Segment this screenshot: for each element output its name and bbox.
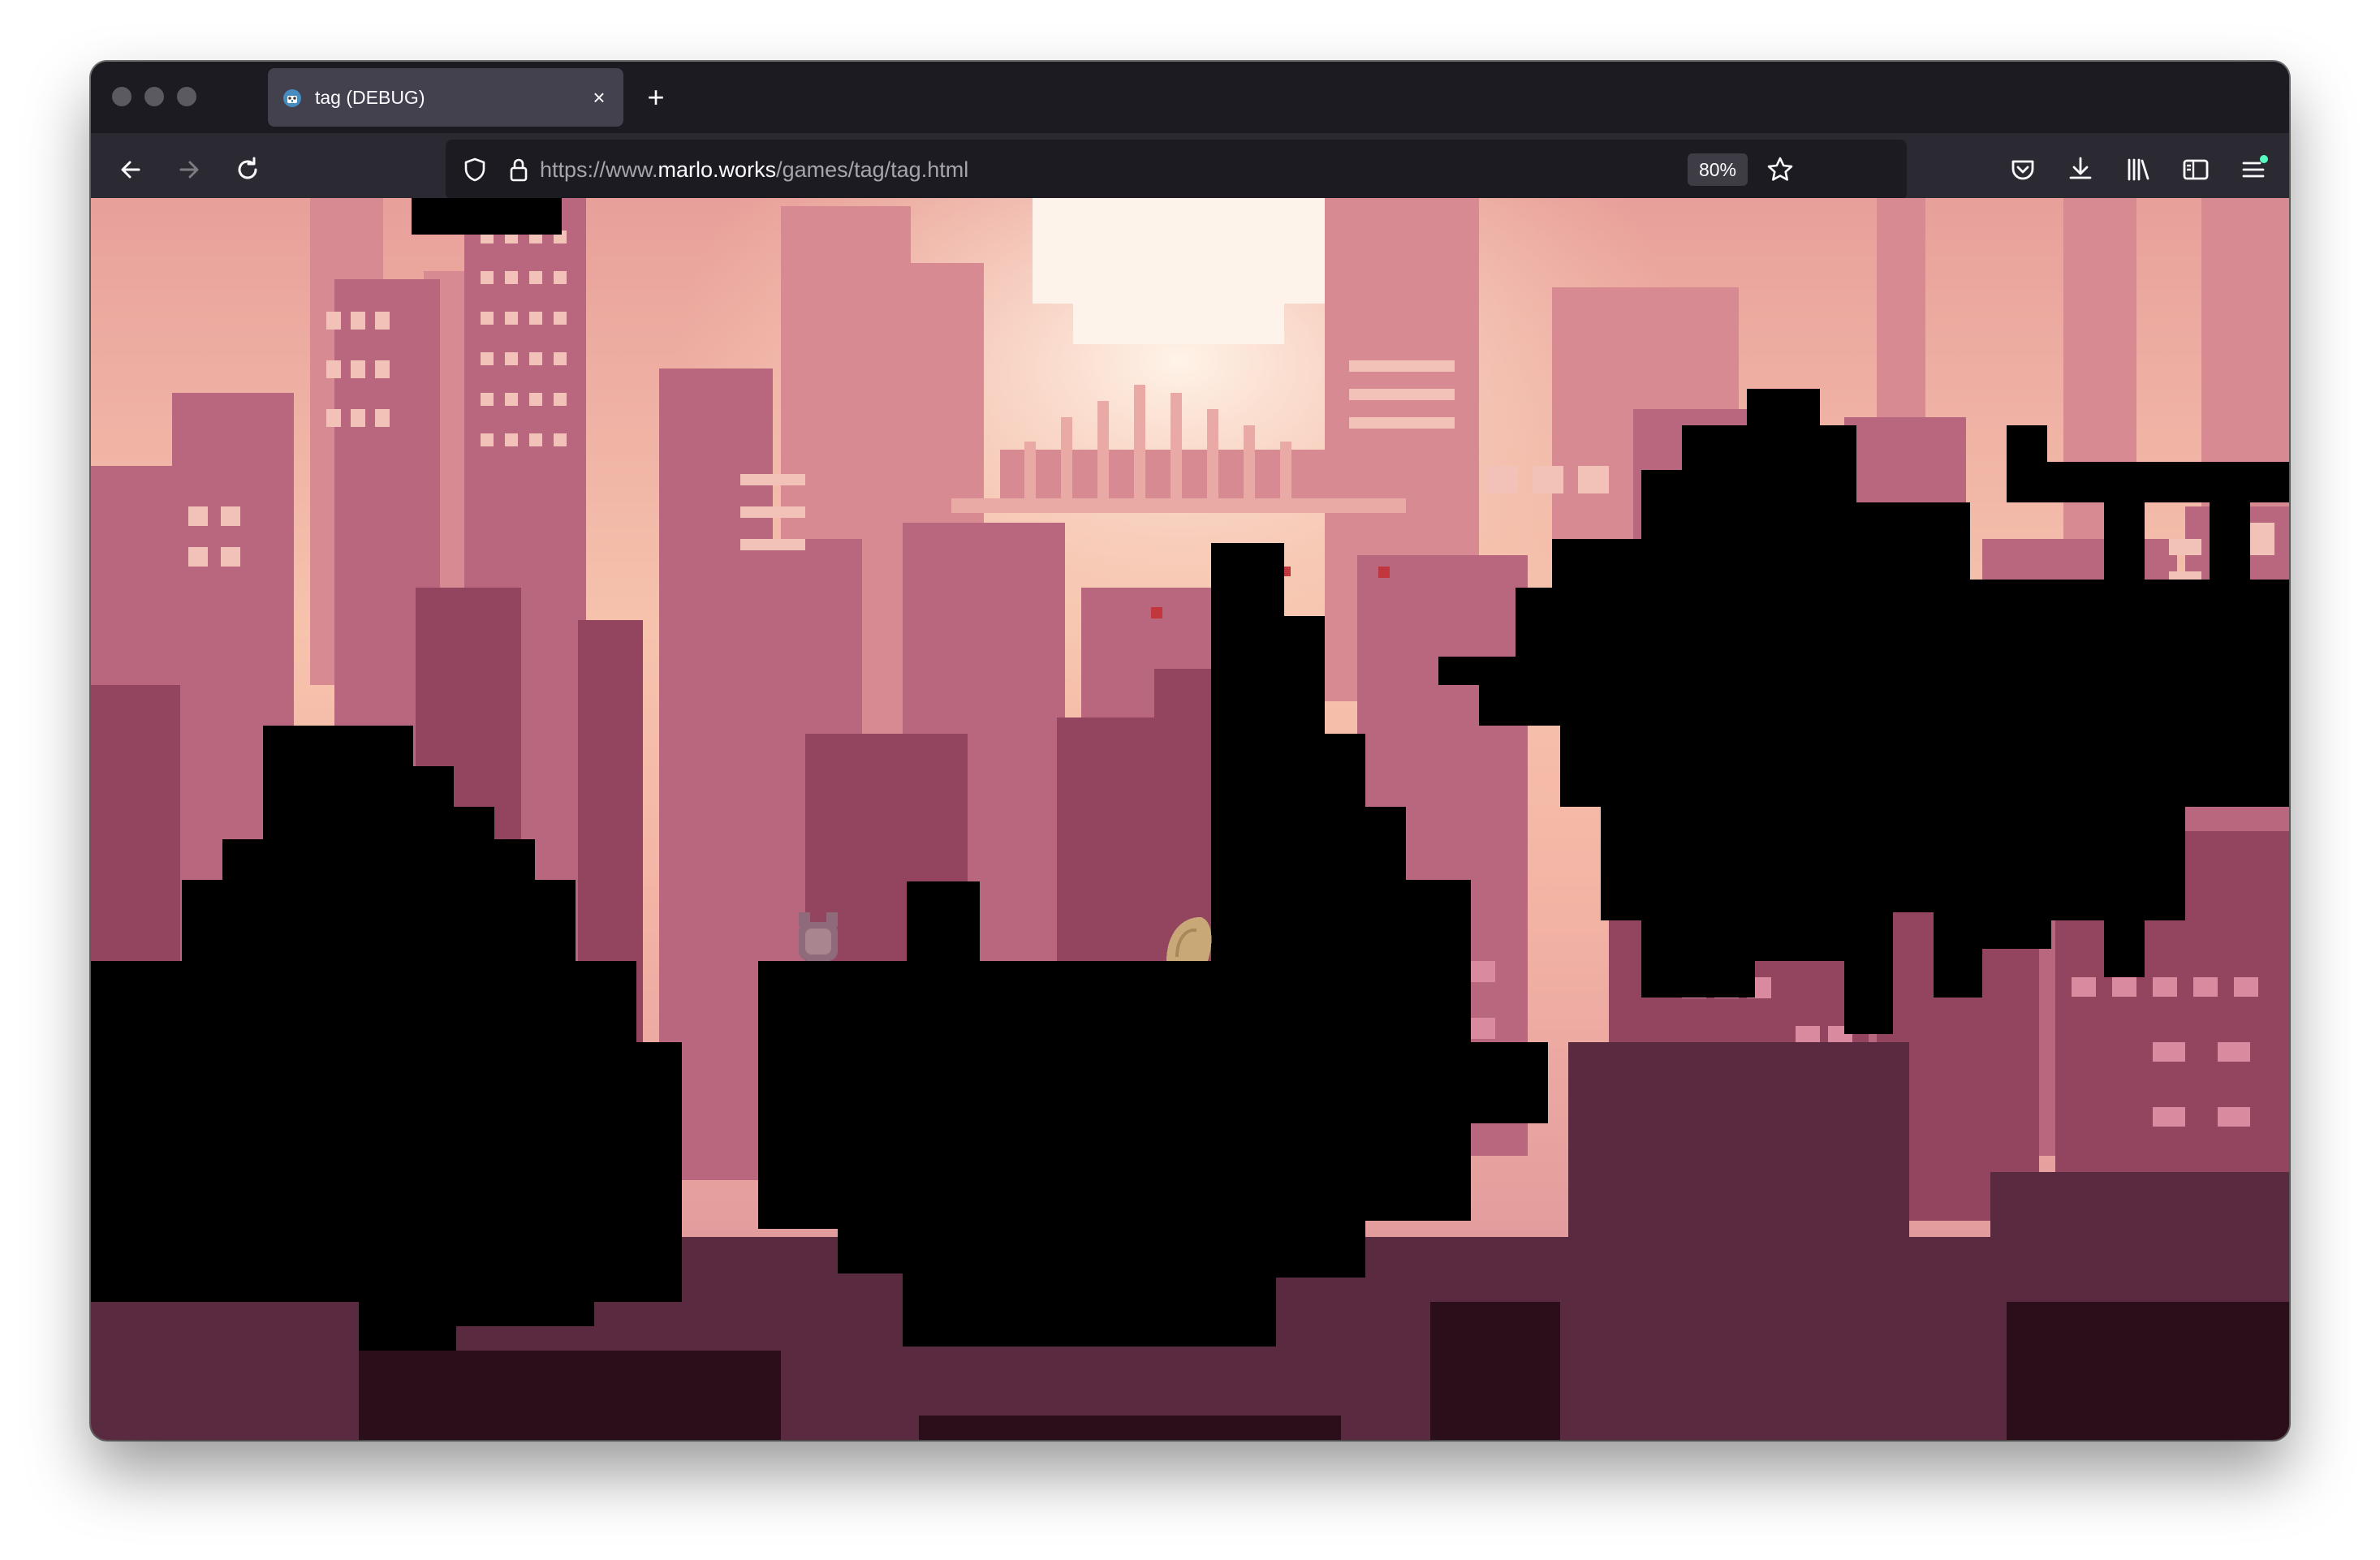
pocket-icon[interactable] (2004, 151, 2042, 188)
url-host: marlo.works (658, 157, 777, 182)
update-dot (2260, 155, 2268, 163)
sidebar-icon[interactable] (2177, 151, 2214, 188)
zoom-level-badge[interactable]: 80% (1688, 153, 1748, 186)
new-tab-button[interactable]: + (640, 81, 672, 114)
menu-icon[interactable] (2235, 151, 2272, 188)
close-icon[interactable]: × (584, 83, 614, 112)
library-icon[interactable] (2119, 151, 2157, 188)
lock-icon[interactable] (502, 153, 535, 186)
tab-active[interactable]: tag (DEBUG) × (268, 68, 623, 127)
tab-title: tag (DEBUG) (315, 87, 425, 108)
url-path: /games/tag/tag.html (776, 157, 969, 182)
back-icon[interactable] (112, 151, 149, 188)
shield-icon[interactable] (459, 153, 491, 186)
url-text[interactable]: https://www.marlo.works/games/tag/tag.ht… (540, 140, 968, 200)
forward-icon[interactable] (170, 151, 208, 188)
window-close-dot[interactable] (112, 87, 132, 106)
window-zoom-dot[interactable] (177, 87, 196, 106)
godot-icon (283, 89, 301, 107)
sun (1033, 198, 1325, 304)
reload-icon[interactable] (229, 151, 266, 188)
browser-window: tag (DEBUG) × + https://www.marlo.works/… (91, 62, 2289, 1440)
window-minimize-dot[interactable] (144, 87, 164, 106)
game-scene (91, 198, 2289, 1440)
downloads-icon[interactable] (2062, 151, 2099, 188)
tab-bar: tag (DEBUG) × + (91, 62, 2289, 133)
nav-toolbar: https://www.marlo.works/games/tag/tag.ht… (91, 133, 2289, 206)
bookmark-star-icon[interactable] (1764, 153, 1796, 186)
url-prefix: https://www. (540, 157, 658, 182)
game-canvas[interactable] (91, 198, 2289, 1440)
url-bar[interactable]: https://www.marlo.works/games/tag/tag.ht… (446, 140, 1907, 200)
sun-lower (1073, 304, 1284, 344)
